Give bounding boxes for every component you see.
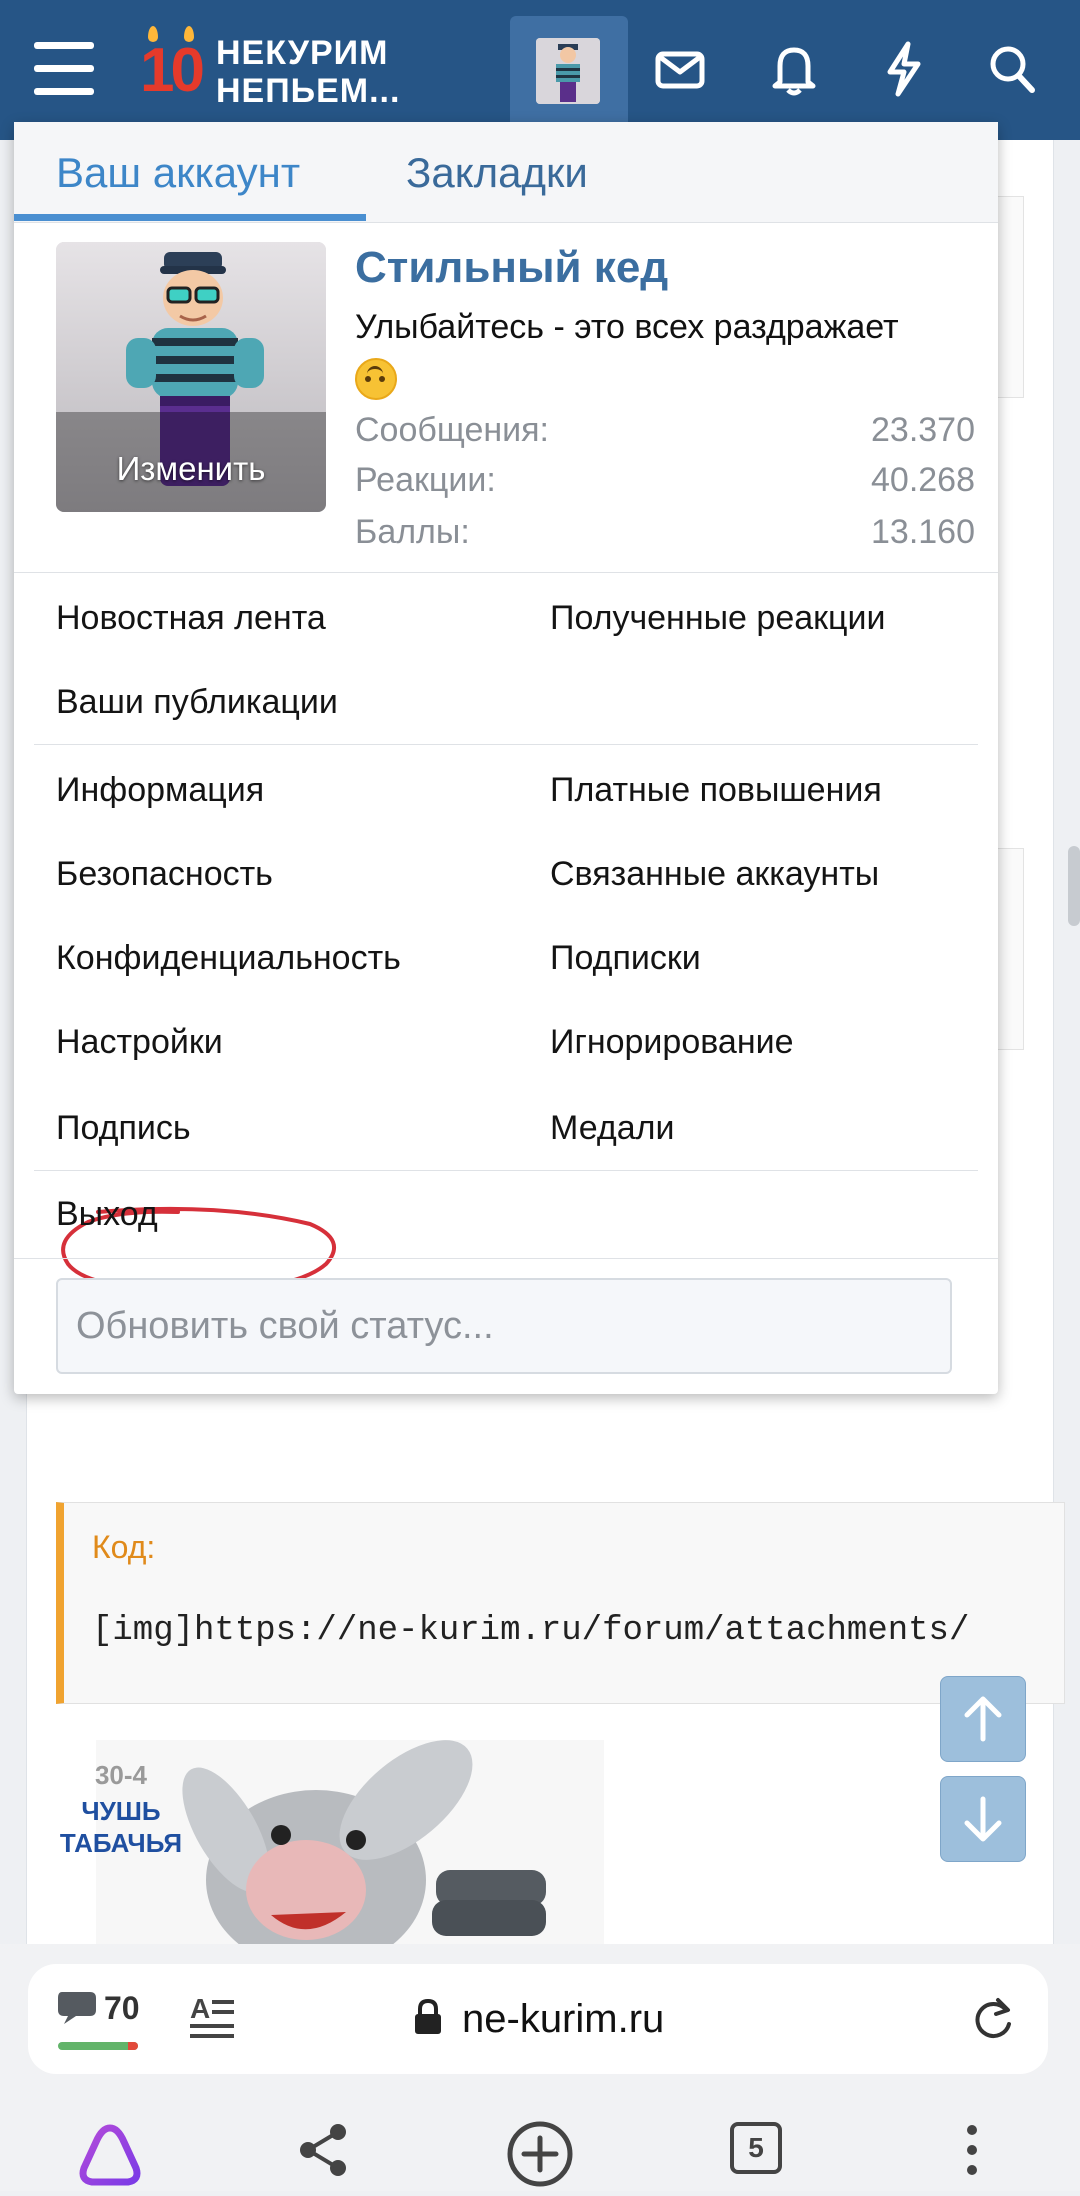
image-caption: ТАБАЧЬЯ (59, 1828, 183, 1858)
code-label: Код: (92, 1529, 156, 1565)
link-news-feed[interactable]: Новостная лента (56, 596, 326, 640)
bell-icon[interactable] (766, 38, 822, 100)
attached-image[interactable]: 30-4 ЧУШЬ ТАБАЧЬЯ (56, 1740, 604, 1950)
arrow-up-icon (964, 1696, 1002, 1742)
stat-value: 23.370 (871, 411, 975, 449)
link-preferences[interactable]: Настройки (56, 1020, 223, 1064)
arrow-down-icon (964, 1796, 1002, 1842)
tab-your-account[interactable]: Ваш аккаунт (56, 148, 300, 198)
new-tab-icon[interactable] (502, 2120, 578, 2196)
link-security[interactable]: Безопасность (56, 852, 273, 896)
comment-rating-bar (58, 2042, 138, 2050)
logo-line-1: НЕКУРИМ (216, 34, 389, 72)
stat-messages: Сообщения: 23.370 (355, 406, 975, 454)
stat-reactions: Реакции: 40.268 (355, 456, 975, 504)
tab-bookmarks[interactable]: Закладки (406, 148, 588, 198)
upside-down-face-icon (355, 358, 397, 401)
address-bar[interactable]: 70 A ne-kurim.ru (28, 1964, 1048, 2074)
user-status: Улыбайтесь - это всех раздражает (355, 308, 899, 346)
link-privacy[interactable]: Конфиденциальность (56, 936, 401, 980)
background-panel (996, 196, 1024, 398)
browser-toolbar: 70 A ne-kurim.ru 5 (0, 1944, 1080, 2191)
mail-icon[interactable] (652, 38, 708, 100)
logo-digits: 10 (140, 36, 205, 105)
link-reactions-received[interactable]: Полученные реакции (550, 596, 885, 640)
divider (34, 1170, 978, 1171)
menu-icon[interactable] (34, 42, 94, 96)
link-logout[interactable]: Выход (56, 1192, 158, 1236)
comment-count: 70 (104, 1990, 140, 2026)
stat-label: Реакции: (355, 461, 496, 499)
stat-value: 40.268 (871, 461, 975, 499)
lightning-icon[interactable] (876, 38, 932, 100)
candle-flame-icon (148, 26, 158, 42)
candle-flame-icon (184, 26, 194, 42)
account-dropdown-menu: Ваш аккаунт Закладки Изменить Стильный к… (14, 122, 998, 1394)
scroll-up-button[interactable] (940, 1676, 1026, 1762)
code-block: Код: [img]https://ne-kurim.ru/forum/atta… (56, 1502, 1065, 1704)
link-paid-upgrades[interactable]: Платные повышения (550, 768, 882, 812)
site-logo[interactable]: 10 НЕКУРИМ НЕПЬЕМ... (140, 26, 430, 110)
comments-widget[interactable]: 70 (56, 1986, 146, 2050)
active-tab-indicator (14, 214, 366, 221)
link-ignoring[interactable]: Игнорирование (550, 1020, 794, 1064)
page-scrollbar[interactable] (1068, 846, 1080, 926)
menu-tabs: Ваш аккаунт Закладки (14, 122, 998, 223)
stat-points: Баллы: 13.160 (355, 508, 975, 556)
username-link[interactable]: Стильный кед (355, 240, 668, 296)
alice-assistant-icon[interactable] (74, 2120, 146, 2192)
svg-text:A: A (190, 1993, 210, 2024)
divider (14, 1258, 998, 1259)
logo-line-2: НЕПЬЕМ... (216, 72, 401, 110)
link-subscriptions[interactable]: Подписки (550, 936, 701, 980)
share-icon[interactable] (296, 2120, 352, 2180)
search-icon[interactable] (984, 38, 1040, 100)
user-status-text: Улыбайтесь - это всех раздражает (355, 302, 975, 402)
status-update-input[interactable] (56, 1278, 952, 1374)
image-caption: ЧУШЬ (81, 1796, 161, 1826)
lock-icon (415, 1998, 441, 2034)
scroll-down-button[interactable] (940, 1776, 1026, 1862)
link-signature[interactable]: Подпись (56, 1106, 191, 1150)
avatar-change-label[interactable]: Изменить (56, 450, 326, 488)
divider (14, 572, 998, 573)
link-connected-accounts[interactable]: Связанные аккаунты (550, 852, 879, 896)
speech-bubble-icon (58, 1992, 96, 2024)
link-medals[interactable]: Медали (550, 1106, 674, 1150)
code-text[interactable]: [img]https://ne-kurim.ru/forum/attachmen… (92, 1611, 969, 1651)
divider (34, 744, 978, 745)
tabs-count-button[interactable]: 5 (730, 2122, 782, 2174)
link-info[interactable]: Информация (56, 768, 264, 812)
top-navigation-bar: 10 НЕКУРИМ НЕПЬЕМ... (0, 0, 1080, 140)
image-caption: 30-4 (94, 1760, 148, 1790)
reload-icon[interactable] (970, 1996, 1016, 2042)
stat-label: Баллы: (355, 513, 470, 551)
more-options-icon[interactable] (954, 2120, 990, 2184)
logo-text: НЕКУРИМ НЕПЬЕМ... (216, 34, 400, 110)
stat-label: Сообщения: (355, 411, 549, 449)
avatar (536, 38, 600, 104)
url-text[interactable]: ne-kurim.ru (462, 1994, 664, 2044)
reader-mode-icon[interactable]: A (188, 1992, 238, 2042)
link-your-content[interactable]: Ваши публикации (56, 680, 338, 724)
stat-value: 13.160 (871, 513, 975, 551)
profile-avatar[interactable]: Изменить (56, 242, 326, 512)
background-panel (996, 848, 1024, 1050)
